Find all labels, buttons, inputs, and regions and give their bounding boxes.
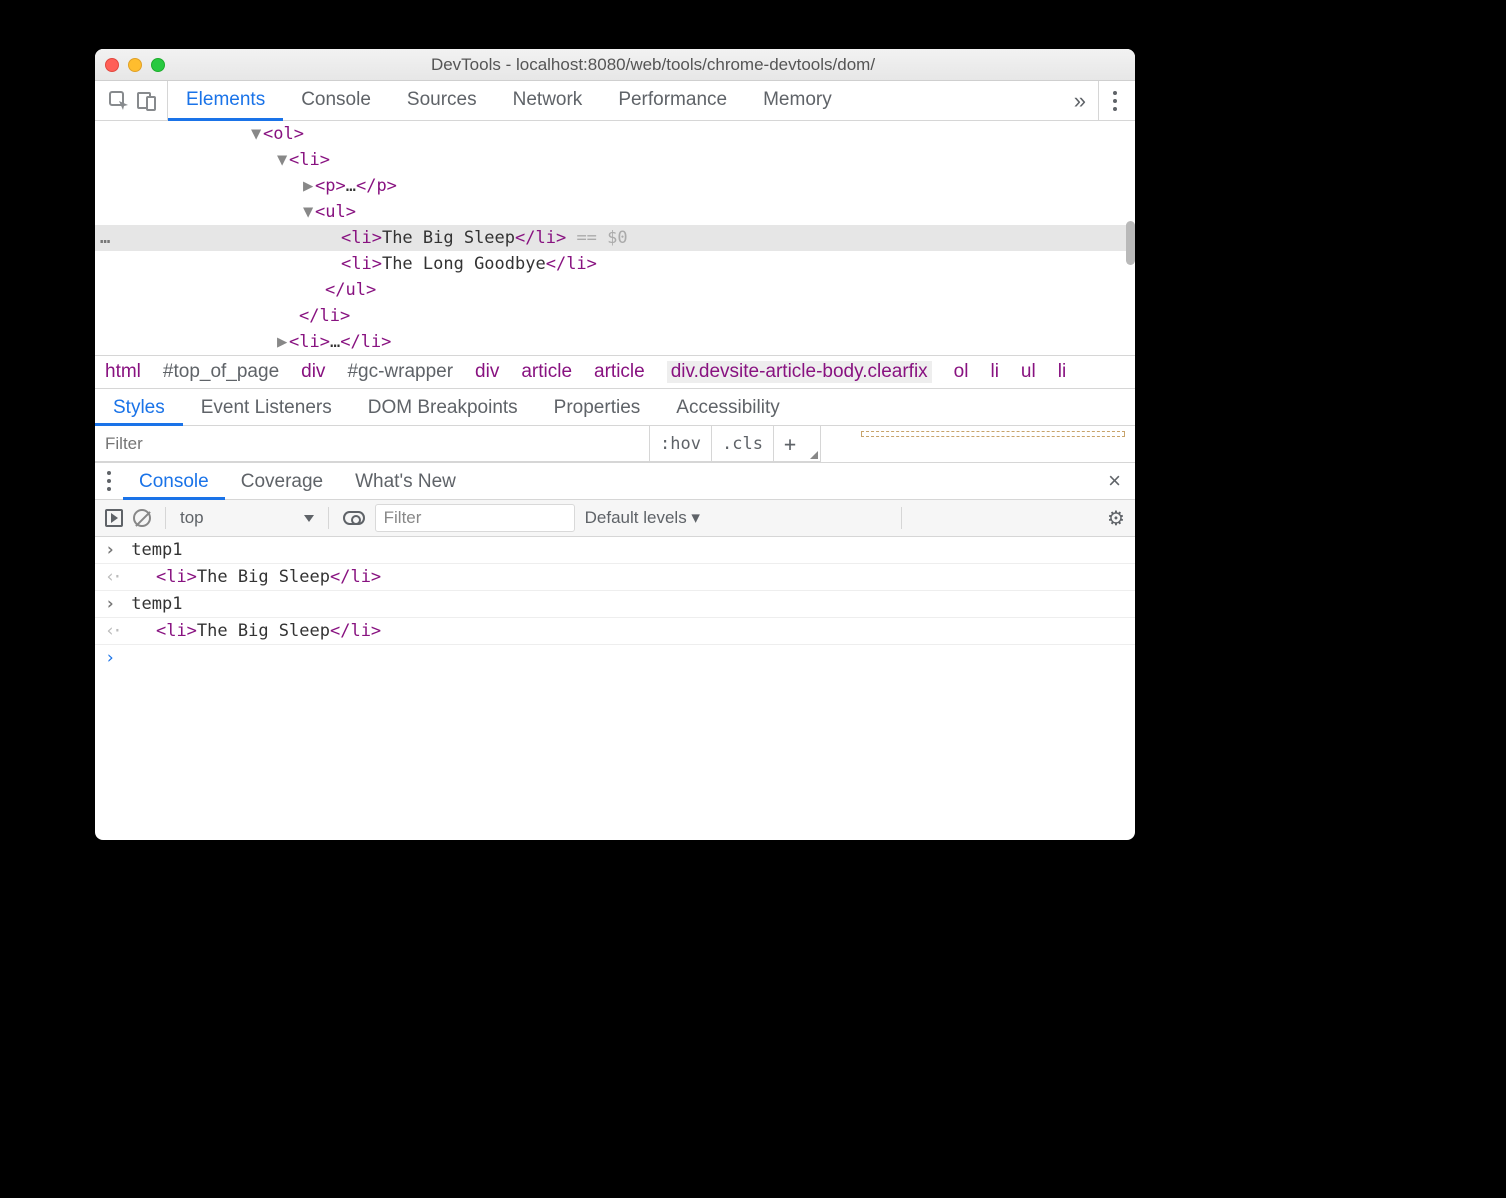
console-sidebar-toggle-icon[interactable] xyxy=(105,509,123,527)
console-input-line[interactable]: temp1 xyxy=(95,537,1135,564)
dropdown-caret-icon xyxy=(304,515,314,522)
console-input-line[interactable]: temp1 xyxy=(95,591,1135,618)
dom-node[interactable]: ▶<p>…</p> xyxy=(95,173,1135,199)
drawer: ConsoleCoverageWhat's New × top Filter De… xyxy=(95,462,1135,840)
separator xyxy=(165,507,166,529)
console-prompt[interactable]: › xyxy=(95,645,1135,671)
log-levels-select[interactable]: Default levels ▾ xyxy=(585,508,700,528)
separator xyxy=(328,507,329,529)
breadcrumb-item[interactable]: #gc-wrapper xyxy=(347,361,453,383)
breadcrumb-item[interactable]: html xyxy=(105,361,141,383)
drawer-tab-coverage[interactable]: Coverage xyxy=(225,463,339,499)
tab-memory[interactable]: Memory xyxy=(745,81,850,120)
dom-node[interactable]: </ul> xyxy=(95,277,1135,303)
new-style-rule-button[interactable]: + xyxy=(773,426,806,461)
console-filter-input[interactable]: Filter xyxy=(375,504,575,532)
styles-tab-properties[interactable]: Properties xyxy=(536,389,659,425)
dom-node[interactable]: ▶<li>…</li> xyxy=(95,329,1135,355)
computed-preview xyxy=(820,426,1135,462)
minimize-window-button[interactable] xyxy=(128,58,142,72)
live-expression-icon[interactable] xyxy=(343,511,365,525)
dom-node[interactable]: ▼<li> xyxy=(95,147,1135,173)
tab-network[interactable]: Network xyxy=(495,81,601,120)
drawer-menu-button[interactable] xyxy=(95,463,123,499)
box-model-margin-icon xyxy=(861,431,1125,437)
window-title: DevTools - localhost:8080/web/tools/chro… xyxy=(181,55,1125,75)
separator xyxy=(901,507,902,529)
tab-sources[interactable]: Sources xyxy=(389,81,495,120)
dom-tree[interactable]: … ▼<ol>▼<li>▶<p>…</p>▼<ul><li>The Big Sl… xyxy=(95,121,1135,355)
styles-filter-input[interactable] xyxy=(95,426,649,461)
breadcrumb-item[interactable]: article xyxy=(594,361,645,383)
styles-tab-event-listeners[interactable]: Event Listeners xyxy=(183,389,350,425)
resize-corner-icon[interactable] xyxy=(806,447,820,461)
clear-console-icon[interactable] xyxy=(133,509,151,527)
zoom-window-button[interactable] xyxy=(151,58,165,72)
cls-toggle[interactable]: .cls xyxy=(711,426,773,461)
styles-tab-dom-breakpoints[interactable]: DOM Breakpoints xyxy=(350,389,536,425)
breadcrumb-item[interactable]: div.devsite-article-body.clearfix xyxy=(667,361,932,383)
tab-console[interactable]: Console xyxy=(283,81,389,120)
close-drawer-button[interactable]: × xyxy=(1094,463,1135,499)
hov-toggle[interactable]: :hov xyxy=(649,426,711,461)
breadcrumb-item[interactable]: #top_of_page xyxy=(163,361,279,383)
breadcrumb-item[interactable]: ol xyxy=(954,361,969,383)
breadcrumb-item[interactable]: li xyxy=(990,361,998,383)
drawer-tab-what-s-new[interactable]: What's New xyxy=(339,463,472,499)
breadcrumb-item[interactable]: ul xyxy=(1021,361,1036,383)
breadcrumb-item[interactable]: div xyxy=(475,361,499,383)
dom-node[interactable]: ▼<ol> xyxy=(95,121,1135,147)
breadcrumb-item[interactable]: div xyxy=(301,361,325,383)
dom-node[interactable]: <li>The Long Goodbye</li> xyxy=(95,251,1135,277)
main-toolbar: ElementsConsoleSourcesNetworkPerformance… xyxy=(95,81,1135,121)
execution-context-select[interactable]: top xyxy=(180,508,314,528)
device-toolbar-icon[interactable] xyxy=(137,91,157,111)
settings-menu-button[interactable] xyxy=(1098,81,1131,120)
styles-tab-styles[interactable]: Styles xyxy=(95,389,183,425)
dom-node[interactable]: <li>The Big Sleep</li> == $0 xyxy=(95,225,1135,251)
devtools-window: DevTools - localhost:8080/web/tools/chro… xyxy=(95,49,1135,840)
dom-node[interactable]: </li> xyxy=(95,303,1135,329)
styles-tabbar: StylesEvent ListenersDOM BreakpointsProp… xyxy=(95,389,1135,426)
dom-node[interactable]: ▼<ul> xyxy=(95,199,1135,225)
breadcrumb-item[interactable]: li xyxy=(1058,361,1066,383)
scrollbar-thumb[interactable] xyxy=(1126,221,1135,265)
close-window-button[interactable] xyxy=(105,58,119,72)
hidden-ancestors-icon[interactable]: … xyxy=(100,225,112,251)
dom-breadcrumbs[interactable]: html #top_of_page div #gc-wrapper div article… xyxy=(95,355,1135,389)
overflow-tabs-button[interactable]: » xyxy=(1062,81,1098,120)
console-output[interactable]: temp1 <li>The Big Sleep</li>temp1 <li>Th… xyxy=(95,537,1135,840)
breadcrumb-item[interactable]: article xyxy=(521,361,572,383)
window-controls xyxy=(105,58,165,72)
console-toolbar: top Filter Default levels ▾ ⚙ xyxy=(95,500,1135,537)
styles-filter-row: :hov .cls + xyxy=(95,426,1135,462)
drawer-tab-console[interactable]: Console xyxy=(123,463,225,499)
styles-tab-accessibility[interactable]: Accessibility xyxy=(658,389,797,425)
execution-context-label: top xyxy=(180,508,204,528)
tab-elements[interactable]: Elements xyxy=(168,81,283,120)
inspect-element-icon[interactable] xyxy=(109,91,129,111)
tab-performance[interactable]: Performance xyxy=(600,81,745,120)
console-output-line[interactable]: <li>The Big Sleep</li> xyxy=(95,564,1135,591)
console-output-line[interactable]: <li>The Big Sleep</li> xyxy=(95,618,1135,645)
console-settings-icon[interactable]: ⚙ xyxy=(1107,506,1125,531)
titlebar: DevTools - localhost:8080/web/tools/chro… xyxy=(95,49,1135,81)
